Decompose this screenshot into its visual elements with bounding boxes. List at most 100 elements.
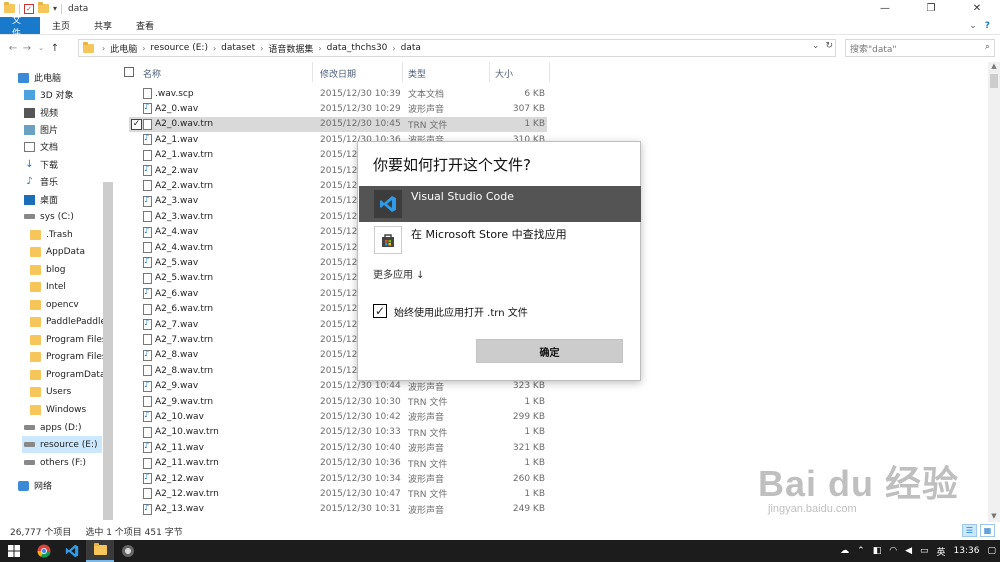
table-row[interactable]: A2_11.wav.trn 2015/12/30 10:36 TRN 文件 1 KB bbox=[129, 456, 547, 471]
select-all-checkbox[interactable] bbox=[124, 67, 134, 77]
breadcrumb-item[interactable]: 语音数据集 bbox=[268, 42, 313, 55]
scroll-thumb[interactable] bbox=[990, 74, 998, 88]
chevron-right-icon[interactable]: › bbox=[142, 44, 145, 53]
close-button[interactable]: ✕ bbox=[954, 0, 1000, 17]
nav-item-folder[interactable]: Program Files bbox=[30, 348, 107, 365]
forward-icon[interactable]: → bbox=[20, 43, 34, 54]
notifications-icon[interactable]: ▢ bbox=[987, 546, 996, 556]
ok-button[interactable]: 确定 bbox=[476, 339, 623, 363]
chevron-right-icon[interactable]: › bbox=[102, 44, 105, 53]
breadcrumb-item[interactable]: 此电脑 bbox=[110, 42, 137, 55]
nav-item-this-pc[interactable]: 此电脑 bbox=[18, 69, 61, 86]
breadcrumb-item[interactable]: dataset bbox=[221, 43, 255, 53]
clock[interactable]: 13:36 bbox=[954, 546, 980, 556]
tab-share[interactable]: 共享 bbox=[82, 17, 124, 34]
app-taskbar-icon[interactable] bbox=[114, 540, 142, 562]
show-hidden-icons-icon[interactable]: ⌃ bbox=[857, 546, 865, 556]
help-icon[interactable]: ? bbox=[985, 21, 990, 31]
recent-locations-icon[interactable]: ⌄ bbox=[34, 44, 48, 52]
nav-item-folder[interactable]: .Trash bbox=[30, 226, 73, 243]
column-divider[interactable] bbox=[549, 62, 550, 82]
scroll-up-icon[interactable]: ▲ bbox=[988, 62, 1000, 72]
vscode-taskbar-icon[interactable] bbox=[58, 540, 86, 562]
large-icons-view-icon[interactable]: ▦ bbox=[980, 524, 995, 537]
nav-item-videos[interactable]: 视频 bbox=[24, 104, 58, 121]
nav-item-apps-d[interactable]: apps (D:) bbox=[24, 419, 81, 436]
restore-button[interactable]: ❐ bbox=[908, 0, 954, 17]
tab-file[interactable]: 文件 bbox=[0, 16, 40, 39]
nav-item-others-f[interactable]: others (F:) bbox=[24, 454, 86, 471]
input-method[interactable]: 英 bbox=[937, 545, 946, 558]
column-divider[interactable] bbox=[489, 62, 490, 82]
tab-home[interactable]: 主页 bbox=[40, 17, 82, 34]
chevron-right-icon[interactable]: › bbox=[260, 44, 263, 53]
network-icon[interactable]: ◧ bbox=[873, 546, 882, 556]
nav-item-folder[interactable]: PaddlePaddle bbox=[30, 313, 106, 330]
column-date[interactable]: 修改日期 bbox=[320, 67, 356, 80]
table-row[interactable]: A2_0.wav 2015/12/30 10:29 波形声音 307 KB bbox=[129, 101, 547, 116]
nav-item-folder[interactable]: Intel bbox=[30, 278, 66, 295]
table-row[interactable]: A2_10.wav 2015/12/30 10:42 波形声音 299 KB bbox=[129, 409, 547, 424]
volume-icon[interactable]: ◀ bbox=[905, 546, 912, 556]
nav-item-resource-e[interactable]: resource (E:) bbox=[22, 436, 102, 453]
refresh-icon[interactable]: ↻ bbox=[825, 41, 833, 51]
column-divider[interactable] bbox=[312, 62, 313, 82]
nav-item-folder[interactable]: Windows bbox=[30, 401, 86, 418]
details-view-icon[interactable]: ☰ bbox=[962, 524, 977, 537]
search-input[interactable]: 搜索"data" ⌕ bbox=[845, 39, 995, 57]
table-row[interactable]: ✓ A2_0.wav.trn 2015/12/30 10:45 TRN 文件 1 KB bbox=[129, 116, 547, 132]
nav-item-network[interactable]: 网络 bbox=[18, 477, 52, 494]
table-row[interactable]: A2_10.wav.trn 2015/12/30 10:33 TRN 文件 1 KB bbox=[129, 425, 547, 440]
nav-item-3d-objects[interactable]: 3D 对象 bbox=[24, 86, 74, 103]
file-list-scrollbar[interactable]: ▲ ▼ bbox=[988, 62, 1000, 522]
chrome-icon[interactable] bbox=[30, 540, 58, 562]
breadcrumb-item[interactable]: resource (E:) bbox=[150, 43, 208, 53]
tab-view[interactable]: 查看 bbox=[124, 17, 166, 34]
chevron-right-icon[interactable]: › bbox=[213, 44, 216, 53]
nav-item-folder[interactable]: AppData bbox=[30, 243, 85, 260]
breadcrumb-item[interactable]: data bbox=[401, 43, 421, 53]
back-icon[interactable]: ← bbox=[6, 43, 20, 54]
always-use-checkbox[interactable]: ✓ bbox=[373, 304, 387, 318]
nav-item-folder[interactable]: Program Files bbox=[30, 331, 107, 348]
column-name[interactable]: 名称 bbox=[143, 67, 161, 80]
column-size[interactable]: 大小 bbox=[495, 67, 513, 80]
chevron-right-icon[interactable]: › bbox=[392, 44, 395, 53]
column-divider[interactable] bbox=[402, 62, 403, 82]
nav-item-folder[interactable]: blog bbox=[30, 261, 65, 278]
nav-item-pictures[interactable]: 图片 bbox=[24, 121, 58, 138]
more-apps-link[interactable]: 更多应用 ↓ bbox=[373, 266, 425, 281]
chevron-right-icon[interactable]: › bbox=[318, 44, 321, 53]
column-type[interactable]: 类型 bbox=[408, 67, 426, 80]
new-folder-icon[interactable] bbox=[38, 2, 49, 13]
nav-item-folder[interactable]: opencv bbox=[30, 296, 79, 313]
table-row[interactable]: A2_9.wav.trn 2015/12/30 10:30 TRN 文件 1 KB bbox=[129, 394, 547, 409]
breadcrumb-item[interactable]: data_thchs30 bbox=[327, 43, 388, 53]
table-row[interactable]: A2_13.wav 2015/12/30 10:31 波形声音 249 KB bbox=[129, 502, 547, 517]
keyboard-icon[interactable]: ▭ bbox=[920, 546, 929, 556]
nav-scrollbar[interactable] bbox=[103, 182, 113, 520]
row-checkbox[interactable]: ✓ bbox=[131, 118, 142, 130]
table-row[interactable]: .wav.scp 2015/12/30 10:39 文本文档 6 KB bbox=[129, 86, 547, 101]
customize-toolbar-icon[interactable]: ▾ bbox=[53, 4, 57, 13]
up-icon[interactable]: ↑ bbox=[48, 43, 62, 54]
app-option-vscode[interactable]: Visual Studio Code bbox=[359, 186, 641, 222]
expand-ribbon-icon[interactable]: ⌄ bbox=[969, 21, 977, 31]
nav-item-downloads[interactable]: ↓ 下载 bbox=[24, 156, 58, 173]
address-dropdown-icon[interactable]: ⌄ bbox=[812, 41, 820, 51]
nav-item-folder[interactable]: ProgramData bbox=[30, 366, 105, 383]
table-row[interactable]: A2_11.wav 2015/12/30 10:40 波形声音 321 KB bbox=[129, 440, 547, 455]
onedrive-icon[interactable]: ☁ bbox=[840, 546, 849, 556]
nav-item-sys-c[interactable]: sys (C:) bbox=[24, 208, 74, 225]
start-button[interactable] bbox=[0, 540, 28, 562]
minimize-button[interactable]: — bbox=[862, 0, 908, 17]
nav-item-documents[interactable]: 文档 bbox=[24, 138, 58, 155]
table-row[interactable]: A2_12.wav 2015/12/30 10:34 波形声音 260 KB bbox=[129, 471, 547, 486]
nav-item-desktop[interactable]: 桌面 bbox=[24, 191, 58, 208]
breadcrumb[interactable]: › 此电脑 › resource (E:) › dataset › 语音数据集 … bbox=[78, 39, 836, 57]
nav-item-music[interactable]: ♪ 音乐 bbox=[24, 173, 58, 190]
wifi-icon[interactable]: ◠ bbox=[889, 546, 897, 556]
table-row[interactable]: A2_12.wav.trn 2015/12/30 10:47 TRN 文件 1 KB bbox=[129, 486, 547, 501]
file-explorer-icon[interactable] bbox=[86, 540, 114, 562]
nav-item-folder[interactable]: Users bbox=[30, 383, 71, 400]
